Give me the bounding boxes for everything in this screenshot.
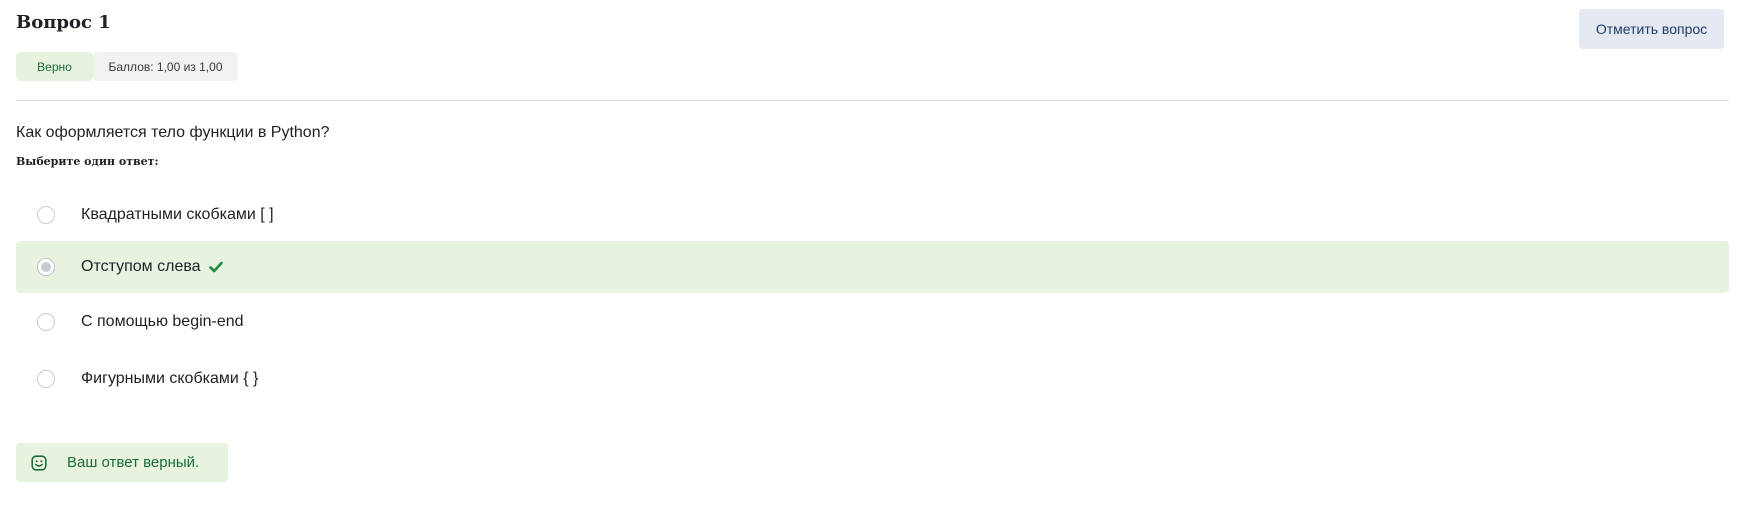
radio-button-selected[interactable] (37, 258, 55, 276)
answer-option-4[interactable]: Фигурными скобками { } (16, 353, 1729, 405)
status-badge: Верно (16, 52, 93, 81)
answer-label: Квадратными скобками [ ] (81, 203, 274, 227)
divider (16, 100, 1729, 101)
smiley-icon (31, 455, 47, 471)
answer-text: Отступом слева (81, 258, 201, 275)
grade-badge: Баллов: 1,00 из 1,00 (93, 52, 238, 81)
answer-label: С помощью begin-end (81, 310, 244, 334)
checkmark-icon (208, 261, 223, 273)
radio-button[interactable] (37, 313, 55, 331)
answer-prompt: Выберите один ответ: (16, 155, 159, 168)
answer-option-2[interactable]: Отступом слева (16, 241, 1729, 293)
radio-button[interactable] (37, 206, 55, 224)
answer-text: С помощью begin-end (81, 313, 244, 330)
answer-label: Фигурными скобками { } (81, 367, 258, 391)
answer-label: Отступом слева (81, 255, 223, 279)
answer-option-3[interactable]: С помощью begin-end (16, 296, 1729, 348)
answer-text: Фигурными скобками { } (81, 370, 259, 387)
feedback-text: Ваш ответ верный. (67, 454, 200, 471)
feedback-box: Ваш ответ верный. (16, 443, 228, 482)
answer-text: Квадратными скобками [ ] (81, 206, 274, 223)
question-title: Вопрос 1 (16, 12, 111, 33)
question-text: Как оформляется тело функции в Python? (16, 124, 330, 141)
flag-question-button[interactable]: Отметить вопрос (1579, 9, 1724, 49)
radio-button[interactable] (37, 370, 55, 388)
answer-option-1[interactable]: Квадратными скобками [ ] (16, 189, 1729, 241)
